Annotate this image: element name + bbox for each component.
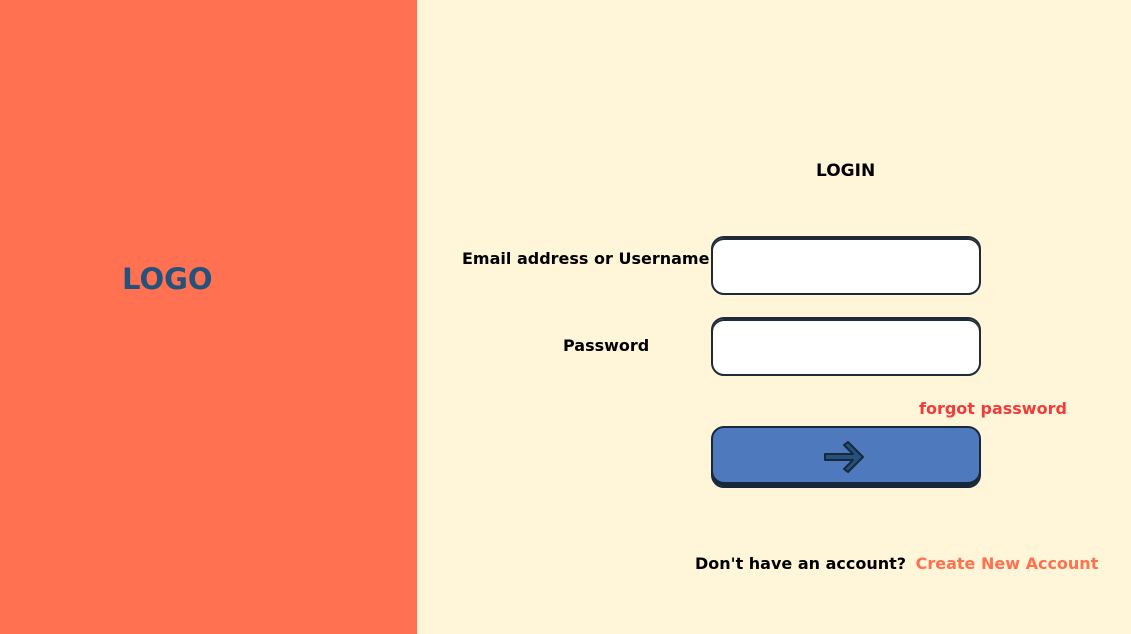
brand-panel: LOGO	[0, 0, 417, 634]
signup-row: Don't have an account? Create New Accoun…	[695, 554, 1098, 573]
signup-prompt: Don't have an account?	[695, 554, 907, 573]
logo: LOGO	[122, 262, 213, 296]
login-submit-button[interactable]	[711, 426, 981, 488]
login-page: LOGO LOGIN Email address or Username Pas…	[0, 0, 1131, 634]
password-label: Password	[563, 336, 650, 355]
email-field[interactable]	[711, 236, 981, 295]
forgot-password-link[interactable]: forgot password	[919, 399, 1067, 418]
create-account-link[interactable]: Create New Account	[916, 554, 1099, 573]
email-label: Email address or Username	[462, 249, 710, 268]
page-title: LOGIN	[816, 161, 876, 181]
arrow-right-icon	[823, 440, 869, 474]
login-panel: LOGIN Email address or Username Password…	[417, 0, 1131, 634]
password-field[interactable]	[711, 317, 981, 376]
